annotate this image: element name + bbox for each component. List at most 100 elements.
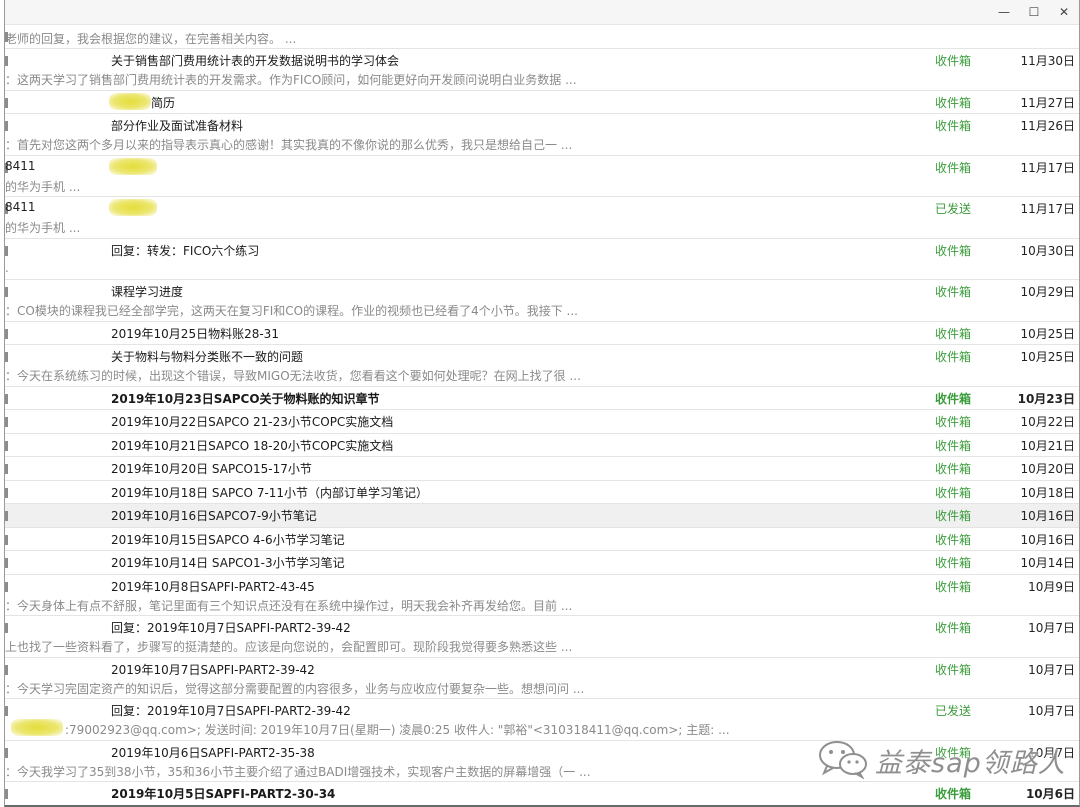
mail-row[interactable]: 关于销售部门费用统计表的开发数据说明书的学习体会 收件箱 11月30日 ：这两天学习了… [5, 49, 1079, 91]
unread-marker [5, 417, 8, 427]
mail-folder: 收件箱 [935, 243, 972, 258]
unread-marker [5, 706, 8, 716]
mail-preview: ：今天身体上有点不舒服，笔记里面有三个知识点还没有在系统中操作过，明天我会补齐再… [5, 598, 573, 613]
mail-date: 10月22日 [1020, 415, 1075, 429]
mail-folder: 已发送 [935, 202, 972, 216]
mail-row[interactable]: 2019年10月18日 SAPCO 7-11小节（内部订单学习笔记） 收件箱 10月… [5, 481, 1079, 504]
mail-sender: 8411 [5, 200, 36, 214]
mail-folder: 收件箱 [935, 326, 972, 341]
unread-marker [5, 393, 8, 404]
mail-row[interactable]: 8411 收件箱 11月17日 的华为手机 ... [5, 156, 1079, 197]
mail-subject: 2019年10月18日 SAPCO 7-11小节（内部订单学习笔记） [111, 485, 429, 500]
mail-date: 10月16日 [1020, 509, 1075, 523]
close-button[interactable]: ✕ [1051, 3, 1077, 21]
wechat-icon [819, 741, 867, 779]
mail-folder: 收件箱 [935, 509, 972, 523]
mail-subject: 2019年10月22日SAPCO 21-23小节COPC实施文档 [111, 415, 394, 429]
mail-folder: 已发送 [935, 704, 972, 718]
mail-folder: 收件箱 [935, 662, 972, 677]
mail-date: 10月25日 [1020, 350, 1075, 364]
unread-marker [5, 352, 8, 362]
mail-preview: 的华为手机 ... [5, 179, 81, 194]
unread-marker [5, 581, 8, 592]
mail-date: 10月9日 [1028, 579, 1075, 594]
mail-date: 11月26日 [1020, 119, 1075, 133]
mail-subject: 课程学习进度 [111, 285, 184, 299]
mail-date: 11月30日 [1020, 54, 1075, 68]
mail-folder: 收件箱 [935, 391, 972, 406]
mail-date: 10月30日 [1020, 243, 1075, 258]
maximize-button[interactable]: ☐ [1021, 3, 1047, 21]
mail-preview: ：这两天学习了销售部门费用统计表的开发需求。作为FICO顾问，如何能更好向开发顾… [5, 73, 577, 87]
mail-folder: 收件箱 [935, 95, 972, 110]
mail-row[interactable]: 8411 已发送 11月17日的华为手机 ... [5, 197, 1079, 239]
mail-preview: . [5, 260, 9, 275]
mail-date: 10月29日 [1020, 285, 1075, 299]
mail-date: 10月25日 [1020, 326, 1075, 341]
mail-row[interactable]: 回复：2019年10月7日SAPFI-PART2-39-42 已发送 10月7日:7… [5, 699, 1079, 741]
mail-subject: 2019年10月5日SAPFI-PART2-30-34 [111, 787, 336, 801]
mail-folder: 收件箱 [935, 532, 972, 547]
mail-row[interactable]: 2019年10月22日SAPCO 21-23小节COPC实施文档 收件箱 10月22… [5, 410, 1079, 434]
unread-marker [5, 97, 8, 108]
mail-row[interactable]: 部分作业及面试准备材料 收件箱 11月26日 ：首先对您这两个多月以来的指导表示真心的… [5, 114, 1079, 156]
mail-row[interactable]: 2019年10月21日SAPCO 18-20小节COPC实施文档 收件箱 10月21… [5, 434, 1079, 457]
unread-marker [5, 328, 8, 339]
mail-folder: 收件箱 [935, 438, 972, 453]
mail-folder: 收件箱 [935, 556, 972, 570]
mail-row[interactable]: 回复：转发：FICO六个练习 收件箱 10月30日. [5, 239, 1079, 280]
unread-marker [5, 440, 8, 451]
mail-date: 10月20日 [1020, 462, 1075, 476]
mail-row[interactable]: 2019年10月8日SAPFI-PART2-43-45 收件箱 10月9日 ：今天身体… [5, 575, 1079, 616]
mail-row[interactable]: 课程学习进度 收件箱 10月29日 ：CO模块的课程我已经全部学完，这两天在复习FI和… [5, 280, 1079, 322]
mail-date: 11月17日 [1020, 202, 1075, 216]
mail-subject: 回复：2019年10月7日SAPFI-PART2-39-42 [111, 621, 351, 635]
mail-folder: 收件箱 [935, 160, 972, 175]
mail-folder: 收件箱 [935, 787, 972, 801]
redacted-name [109, 92, 151, 110]
mail-folder: 收件箱 [935, 485, 972, 500]
mail-folder: 收件箱 [935, 621, 972, 635]
mail-preview: ：今天学习完固定资产的知识后，觉得这部分需要配置的内容很多，业务与应收应付要复杂… [5, 681, 585, 696]
mail-subject: 2019年10月6日SAPFI-PART2-35-38 [111, 745, 315, 760]
mail-preview: ：CO模块的课程我已经全部学完，这两天在复习FI和CO的课程。作业的视频也已经看… [5, 304, 578, 318]
mail-list: 老师的回复，我会根据您的建议，在完善相关内容。 ... 关于销售部门费用统计表的开… [5, 25, 1079, 805]
mail-folder: 收件箱 [935, 350, 972, 364]
mail-row[interactable]: 关于物料与物料分类账不一致的问题 收件箱 10月25日 ：今天在系统练习的时候，出现这… [5, 345, 1079, 387]
mail-row[interactable]: 简历 收件箱 11月27日 [5, 91, 1079, 114]
unread-marker [5, 623, 8, 633]
mail-preview: ：首先对您这两个多月以来的指导表示真心的感谢！其实我真的不像你说的那么优秀，我只… [5, 138, 573, 152]
mail-preview: ：今天我学习了35到38小节，35和36小节主要介绍了通过BADI增强技术，实现… [5, 764, 591, 779]
mail-preview: 的华为手机 ... [5, 221, 81, 235]
mail-subject: 2019年10月8日SAPFI-PART2-43-45 [111, 579, 315, 594]
mail-date: 11月27日 [1020, 95, 1075, 110]
unread-marker [5, 558, 8, 568]
unread-marker [5, 245, 8, 256]
mail-row[interactable]: 老师的回复，我会根据您的建议，在完善相关内容。 ... [5, 25, 1079, 49]
mail-row[interactable]: 2019年10月20日 SAPCO15-17小节 收件箱 10月20日 [5, 457, 1079, 481]
mail-subject: 2019年10月14日 SAPCO1-3小节学习笔记 [111, 556, 345, 570]
mail-subject: 回复：2019年10月7日SAPFI-PART2-39-42 [111, 704, 351, 718]
mail-subject: 2019年10月15日SAPCO 4-6小节学习笔记 [111, 532, 345, 547]
mail-date: 10月7日 [1028, 662, 1075, 677]
mail-subject: 简历 [151, 95, 176, 110]
unread-marker [5, 464, 8, 474]
mail-row[interactable]: 2019年10月16日SAPCO7-9小节笔记 收件箱 10月16日 [5, 504, 1079, 528]
mail-row[interactable]: 2019年10月7日SAPFI-PART2-39-42 收件箱 10月7日 ：今天学习… [5, 658, 1079, 699]
mail-date: 10月21日 [1020, 438, 1075, 453]
unread-marker [5, 664, 8, 675]
redacted-name [109, 199, 157, 216]
mail-date: 10月6日 [1025, 787, 1075, 801]
mail-row[interactable]: 2019年10月14日 SAPCO1-3小节学习笔记 收件箱 10月14日 [5, 551, 1079, 575]
mail-row[interactable]: 回复：2019年10月7日SAPFI-PART2-39-42 收件箱 10月7日 上也… [5, 616, 1079, 658]
mail-folder: 收件箱 [935, 462, 972, 476]
mail-folder: 收件箱 [935, 54, 972, 68]
mail-row[interactable]: 2019年10月23日SAPCO关于物料账的知识章节 收件箱 10月23日 [5, 387, 1079, 410]
mail-subject: 2019年10月20日 SAPCO15-17小节 [111, 462, 312, 476]
mail-row[interactable]: 2019年10月5日SAPFI-PART2-30-34 收件箱 10月6日 [5, 782, 1079, 805]
minimize-button[interactable]: — [991, 3, 1017, 21]
mail-subject: 关于物料与物料分类账不一致的问题 [111, 350, 304, 364]
unread-marker [5, 121, 8, 131]
mail-row[interactable]: 2019年10月25日物料账28-31 收件箱 10月25日 [5, 322, 1079, 345]
mail-row[interactable]: 2019年10月15日SAPCO 4-6小节学习笔记 收件箱 10月16日 [5, 528, 1079, 551]
